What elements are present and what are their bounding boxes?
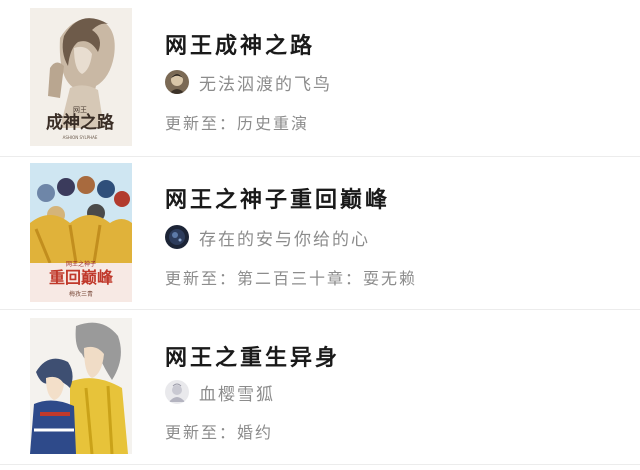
author-avatar: [165, 225, 189, 249]
book-cover[interactable]: 网王 成神之路 ASHION SYLPHAE: [30, 8, 132, 146]
author-avatar-3-icon: [165, 380, 189, 404]
latest-update: 更新至：婚约: [165, 419, 273, 443]
update-prefix: 更新至：: [165, 269, 238, 288]
update-prefix: 更新至：: [165, 114, 238, 133]
book-cover-3-icon: [30, 318, 132, 454]
author-name: 无法泅渡的飞鸟: [199, 74, 332, 95]
latest-update: 更新至：第二百三十章：耍无赖: [165, 265, 417, 289]
author-row[interactable]: 存在的安与你给的心: [165, 224, 370, 250]
book-list-item[interactable]: 网王 成神之路 ASHION SYLPHAE 网王成神之路 无法泅渡的飞鸟 更新…: [0, 0, 640, 157]
latest-chapter: 婚约: [237, 423, 274, 442]
author-name: 血樱雪狐: [199, 384, 275, 405]
author-name: 存在的安与你给的心: [199, 229, 370, 250]
latest-chapter: 历史重演: [237, 114, 310, 133]
book-list: 网王 成神之路 ASHION SYLPHAE 网王成神之路 无法泅渡的飞鸟 更新…: [0, 0, 640, 470]
svg-text:重回巅峰: 重回巅峰: [49, 268, 114, 287]
book-title[interactable]: 网王之重生异身: [165, 340, 340, 372]
svg-text:ASHION SYLPHAE: ASHION SYLPHAE: [63, 135, 98, 140]
update-prefix: 更新至：: [165, 423, 238, 442]
book-cover-2-icon: 网王之神子 重回巅峰 梅孜三青: [30, 163, 132, 302]
svg-text:梅孜三青: 梅孜三青: [69, 290, 93, 298]
author-avatar-1-icon: [165, 70, 189, 94]
author-row[interactable]: 血樱雪狐: [165, 379, 275, 405]
latest-update: 更新至：历史重演: [165, 110, 309, 134]
book-title[interactable]: 网王成神之路: [165, 28, 315, 60]
author-avatar-2-icon: [165, 225, 189, 249]
svg-text:网王之神子: 网王之神子: [66, 260, 96, 268]
book-list-item[interactable]: 网王之神子 重回巅峰 梅孜三青 网王之神子重回巅峰 存在的安与你给的心 更新至：…: [0, 157, 640, 310]
book-title[interactable]: 网王之神子重回巅峰: [165, 182, 390, 214]
svg-text:成神之路: 成神之路: [46, 112, 115, 133]
book-list-item[interactable]: 网王之重生异身 血樱雪狐 更新至：婚约: [0, 310, 640, 465]
latest-chapter: 第二百三十章：耍无赖: [237, 269, 418, 288]
book-cover[interactable]: 网王之神子 重回巅峰 梅孜三青: [30, 163, 132, 302]
author-row[interactable]: 无法泅渡的飞鸟: [165, 69, 332, 95]
author-avatar: [165, 70, 189, 94]
book-cover[interactable]: [30, 318, 132, 454]
book-cover-1-icon: 网王 成神之路 ASHION SYLPHAE: [30, 8, 132, 146]
author-avatar: [165, 380, 189, 404]
